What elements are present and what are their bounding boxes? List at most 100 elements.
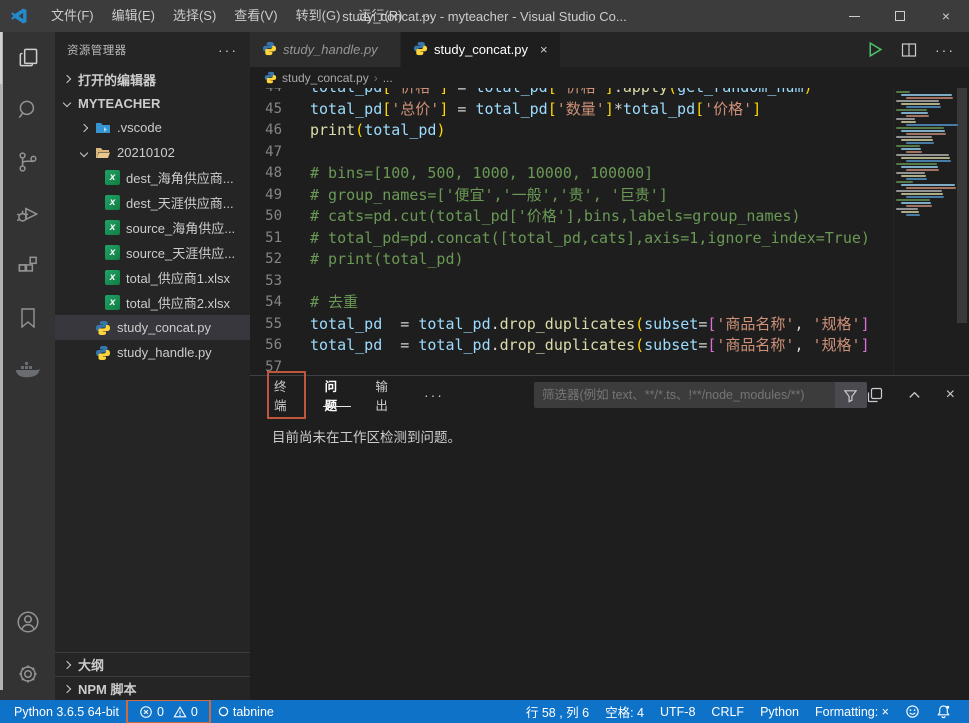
code-line-57: 57 — [250, 357, 893, 376]
problems-filter[interactable] — [534, 382, 867, 408]
search-icon[interactable] — [0, 84, 55, 136]
workspace-root[interactable]: MYTEACHER — [55, 91, 250, 115]
menu-item-s[interactable]: 选择(S) — [164, 0, 225, 32]
bookmarks-icon[interactable] — [0, 292, 55, 344]
python-interpreter-status[interactable]: Python 3.6.5 64-bit — [0, 700, 127, 723]
tab-close-icon[interactable]: × — [540, 42, 548, 57]
line-content: # 去重 — [298, 292, 358, 314]
breadcrumb-file[interactable]: study_concat.py — [282, 71, 369, 85]
close-panel-icon[interactable]: × — [946, 386, 955, 404]
panel-more-actions-icon[interactable]: ··· — [424, 387, 444, 403]
panel-tab-问题[interactable]: 问题 — [323, 376, 352, 414]
vscode-window: 文件(F)编辑(E)选择(S)查看(V)转到(G)运行(R)··· study_… — [0, 0, 969, 723]
open-editors-section[interactable]: 打开的编辑器 — [55, 67, 250, 91]
formatting-status[interactable]: Formatting: × — [807, 700, 897, 723]
menu-item-v[interactable]: 查看(V) — [225, 0, 286, 32]
cursor-position-status[interactable]: 行 58 , 列 6 — [518, 700, 597, 723]
tree-item-20210102[interactable]: 20210102 — [55, 140, 250, 165]
line-content: total_pd = total_pd.drop_duplicates(subs… — [298, 314, 870, 336]
sidebar-section-npm-scripts[interactable]: NPM 脚本 — [55, 676, 250, 700]
extensions-icon[interactable] — [0, 240, 55, 292]
notifications-icon[interactable] — [928, 700, 959, 723]
tree-item-source_...[interactable]: xsource_天涯供应... — [55, 240, 250, 265]
open-folder-icon — [95, 145, 111, 161]
tree-item-dest_...[interactable]: xdest_海角供应商... — [55, 165, 250, 190]
panel-tab-终端[interactable]: 终端 — [272, 376, 301, 414]
open-panel-in-editor-icon[interactable] — [867, 387, 883, 403]
source-control-icon[interactable] — [0, 136, 55, 188]
line-content: total_pd['总价'] = total_pd['数量']*total_pd… — [298, 99, 761, 121]
panel-tab-输出[interactable]: 输出 — [373, 376, 402, 414]
tree-item-study_concat.py[interactable]: study_concat.py — [55, 315, 250, 340]
tree-item-total_1.xlsx[interactable]: xtotal_供应商1.xlsx — [55, 265, 250, 290]
excel-file-icon: x — [105, 220, 120, 235]
line-number: 54 — [250, 292, 298, 314]
breadcrumb[interactable]: study_concat.py › ... — [250, 67, 969, 88]
breadcrumb-more[interactable]: ... — [383, 71, 393, 85]
line-number: 48 — [250, 163, 298, 185]
run-debug-icon[interactable] — [0, 188, 55, 240]
code-editor[interactable]: 44total_pd['价格'] = total_pd['价格'].apply(… — [250, 88, 969, 375]
line-content: total_pd['价格'] = total_pd['价格'].apply(ge… — [298, 88, 813, 99]
problems-status[interactable]: 0 0 — [127, 700, 210, 723]
maximize-panel-icon[interactable] — [907, 388, 922, 403]
split-editor-icon[interactable] — [901, 42, 917, 58]
tree-item-dest_...[interactable]: xdest_天涯供应商... — [55, 190, 250, 215]
editor-tab-study_handle.py[interactable]: study_handle.py — [250, 32, 400, 67]
line-number: 56 — [250, 335, 298, 357]
code-line-51: 51# total_pd=pd.concat([total_pd,cats],a… — [250, 228, 893, 250]
code-line-45: 45total_pd['总价'] = total_pd['数量']*total_… — [250, 99, 893, 121]
filter-funnel-icon[interactable] — [835, 382, 867, 408]
scrollbar-slider[interactable] — [957, 88, 967, 323]
tree-item-label: total_供应商1.xlsx — [126, 268, 230, 287]
code-line-56: 56total_pd = total_pd.drop_duplicates(su… — [250, 335, 893, 357]
tree-item-label: source_海角供应... — [126, 218, 235, 237]
tree-item-.vscode[interactable]: .vscode — [55, 115, 250, 140]
code-line-46: 46print(total_pd) — [250, 120, 893, 142]
minimize-button[interactable] — [831, 0, 877, 32]
line-number: 46 — [250, 120, 298, 142]
run-python-file-icon[interactable] — [866, 41, 883, 58]
tabnine-status[interactable]: tabnine — [210, 700, 282, 723]
account-icon[interactable] — [0, 596, 55, 648]
sidebar-more-actions-icon[interactable]: ··· — [218, 42, 238, 58]
line-content: total_pd = total_pd.drop_duplicates(subs… — [298, 335, 870, 357]
line-content — [298, 271, 310, 293]
settings-gear-icon[interactable] — [0, 648, 55, 700]
close-button[interactable]: × — [923, 0, 969, 32]
sidebar-section-outline[interactable]: 大纲 — [55, 652, 250, 676]
line-content: print(total_pd) — [298, 120, 445, 142]
menu-item-r[interactable]: 运行(R) — [349, 0, 411, 32]
tree-item-total_2.xlsx[interactable]: xtotal_供应商2.xlsx — [55, 290, 250, 315]
minimap[interactable] — [893, 88, 955, 375]
menu-item-f[interactable]: 文件(F) — [42, 0, 103, 32]
tree-item-label: total_供应商2.xlsx — [126, 293, 230, 312]
line-number: 49 — [250, 185, 298, 207]
chevron-right-icon — [63, 660, 71, 668]
menu-bar: 文件(F)编辑(E)选择(S)查看(V)转到(G)运行(R)··· — [42, 0, 442, 32]
editor-scrollbar[interactable] — [955, 88, 969, 375]
eol-status[interactable]: CRLF — [703, 700, 752, 723]
code-line-48: 48# bins=[100, 500, 1000, 10000, 100000] — [250, 163, 893, 185]
encoding-status[interactable]: UTF-8 — [652, 700, 703, 723]
problems-filter-input[interactable] — [534, 388, 835, 402]
indentation-status[interactable]: 空格: 4 — [597, 700, 652, 723]
menu-item-g[interactable]: 转到(G) — [287, 0, 350, 32]
excel-file-icon: x — [105, 195, 120, 210]
language-mode-status[interactable]: Python — [752, 700, 807, 723]
code-line-54: 54# 去重 — [250, 292, 893, 314]
feedback-icon[interactable] — [897, 700, 928, 723]
tree-item-study_handle.py[interactable]: study_handle.py — [55, 340, 250, 365]
tree-item-source_...[interactable]: x source_海角供应... — [55, 215, 250, 240]
explorer-icon[interactable] — [0, 32, 55, 84]
docker-icon[interactable] — [0, 344, 55, 396]
code-line-44: 44total_pd['价格'] = total_pd['价格'].apply(… — [250, 88, 893, 99]
tabnine-icon — [218, 706, 229, 717]
editor-tab-study_concat.py[interactable]: study_concat.py× — [401, 32, 560, 67]
menu-item-[interactable]: ··· — [411, 0, 442, 32]
menu-item-e[interactable]: 编辑(E) — [103, 0, 164, 32]
maximize-button[interactable] — [877, 0, 923, 32]
more-actions-icon[interactable]: ··· — [935, 42, 955, 58]
bottom-panel: 终端问题输出 ··· — [250, 375, 969, 700]
left-edge-strip — [0, 32, 3, 690]
